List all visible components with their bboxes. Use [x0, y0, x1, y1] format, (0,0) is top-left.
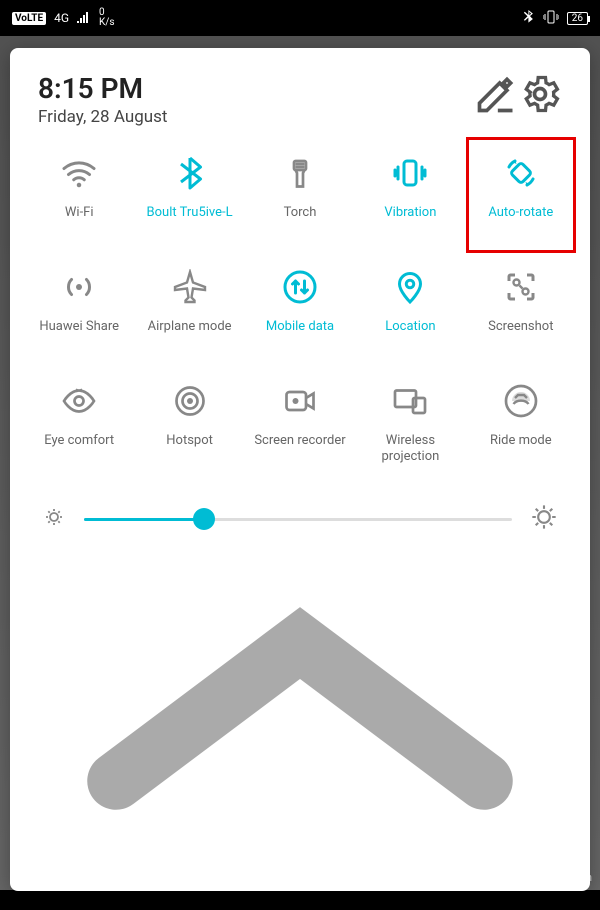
tile-wifi[interactable]: Wi-Fi: [24, 141, 134, 255]
clock-time[interactable]: 8:15 PM: [38, 72, 474, 105]
tile-label: Auto-rotate: [488, 205, 553, 237]
tile-hotspot[interactable]: Hotspot: [134, 369, 244, 483]
signal-icon: [77, 11, 91, 26]
panel-header: 8:15 PM Friday, 28 August: [24, 72, 576, 141]
tile-rotate[interactable]: Auto-rotate: [466, 141, 576, 255]
tile-label: Boult Tru5ive-L: [147, 205, 233, 237]
rotate-icon: [503, 155, 539, 191]
brightness-low-icon: [42, 505, 66, 533]
tile-screenshot[interactable]: Screenshot: [466, 255, 576, 369]
location-icon: [392, 269, 428, 305]
tile-label: Torch: [284, 205, 317, 237]
tile-vibration[interactable]: Vibration: [355, 141, 465, 255]
data-speed: 0K/s: [99, 8, 115, 28]
tile-label: Screen recorder: [254, 433, 345, 465]
tile-projection[interactable]: Wireless projection: [355, 369, 465, 483]
bluetooth-status-icon: [523, 10, 535, 27]
clock-date[interactable]: Friday, 28 August: [38, 107, 474, 127]
tile-torch[interactable]: Torch: [245, 141, 355, 255]
network-type: 4G: [54, 11, 69, 25]
brightness-slider[interactable]: [84, 518, 512, 521]
share-icon: [61, 269, 97, 305]
tile-mobiledata[interactable]: Mobile data: [245, 255, 355, 369]
brightness-row: [24, 483, 576, 549]
tile-share[interactable]: Huawei Share: [24, 255, 134, 369]
tile-label: Wi-Fi: [65, 205, 94, 237]
tile-label: Ride mode: [490, 433, 552, 465]
projection-icon: [392, 383, 428, 419]
wifi-icon: [61, 155, 97, 191]
hotspot-icon: [172, 383, 208, 419]
tile-ride[interactable]: Ride mode: [466, 369, 576, 483]
edit-button[interactable]: [474, 72, 518, 116]
watermark: wsxdn.com: [536, 871, 592, 884]
tile-label: Hotspot: [166, 433, 213, 465]
expand-chevron-icon[interactable]: [24, 549, 576, 885]
brightness-thumb[interactable]: [193, 508, 215, 530]
tile-label: Screenshot: [488, 319, 553, 351]
status-bar: VoLTE 4G 0K/s 26: [0, 0, 600, 36]
tile-label: Huawei Share: [39, 319, 119, 351]
airplane-icon: [172, 269, 208, 305]
tile-recorder[interactable]: Screen recorder: [245, 369, 355, 483]
tile-label: Mobile data: [266, 319, 334, 351]
vibration-icon: [392, 155, 428, 191]
volte-indicator: VoLTE: [12, 12, 46, 25]
ride-icon: [503, 383, 539, 419]
eye-icon: [61, 383, 97, 419]
tile-location[interactable]: Location: [355, 255, 465, 369]
battery-indicator: 26: [567, 12, 588, 25]
brightness-high-icon: [530, 503, 558, 535]
tile-label: Location: [385, 319, 435, 351]
tiles-grid: Wi-Fi Boult Tru5ive-L Torch Vibration Auto-r…: [24, 141, 576, 483]
settings-button[interactable]: [518, 72, 562, 116]
tile-label: Airplane mode: [148, 319, 232, 351]
tile-label: Eye comfort: [44, 433, 114, 465]
tile-label: Wireless projection: [357, 433, 463, 465]
screenshot-icon: [503, 269, 539, 305]
torch-icon: [282, 155, 318, 191]
mobiledata-icon: [282, 269, 318, 305]
quick-settings-panel: 8:15 PM Friday, 28 August Wi-Fi Boult Tru…: [10, 48, 590, 891]
bluetooth-icon: [172, 155, 208, 191]
tile-eye[interactable]: Eye comfort: [24, 369, 134, 483]
tile-label: Vibration: [384, 205, 436, 237]
tile-airplane[interactable]: Airplane mode: [134, 255, 244, 369]
tile-bluetooth[interactable]: Boult Tru5ive-L: [134, 141, 244, 255]
vibrate-status-icon: [543, 10, 559, 27]
recorder-icon: [282, 383, 318, 419]
